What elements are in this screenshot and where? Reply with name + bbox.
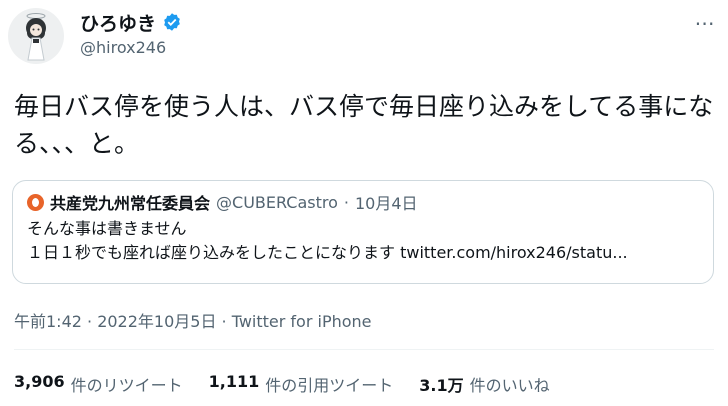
quoted-avatar-icon [27, 193, 44, 211]
tweet-text: 毎日バス停を使う人は、バス停で毎日座り込みをしてる事になる、、、と。 [14, 92, 714, 158]
display-name[interactable]: ひろゆき [80, 9, 156, 36]
author-name-row: ひろゆき [80, 9, 182, 36]
quoted-text-line-2: １日１秒でも座れば座り込みをしたことになります twitter.com/hiro… [27, 243, 628, 262]
tweet-timestamp[interactable]: 午前1:42 · 2022年10月5日 · Twitter for iPhone [14, 308, 372, 332]
retweet-count-label: 件のリツイート [70, 376, 183, 395]
quoted-text-line-1: そんな事は書きません [27, 219, 187, 238]
engagement-stats: 3,906 件のリツイート 1,111 件の引用ツイート 3.1万 件のいいね [14, 372, 550, 396]
divider [14, 349, 714, 350]
avatar-illustration [26, 13, 46, 61]
quoted-tweet-header: 共産党九州常任委員会 @CUBERCastro · 10月4日 [27, 191, 699, 213]
quoted-separator: · [343, 192, 349, 212]
quote-tweet-count-value: 1,111 [208, 372, 260, 391]
quote-tweet-count[interactable]: 1,111 件の引用ツイート [209, 372, 394, 396]
quoted-date: 10月4日 [355, 194, 418, 213]
more-options-button[interactable]: ⋯ [690, 8, 720, 38]
retweet-count[interactable]: 3,906 件のリツイート [14, 372, 183, 396]
quoted-tweet[interactable]: 共産党九州常任委員会 @CUBERCastro · 10月4日 そんな事は書きま… [12, 180, 714, 284]
more-dots-icon: ⋯ [694, 11, 716, 35]
author-handle[interactable]: @hirox246 [80, 38, 182, 57]
quoted-display-name: 共産党九州常任委員会 [50, 194, 211, 213]
like-count[interactable]: 3.1万 件のいいね [419, 372, 549, 396]
avatar[interactable] [8, 8, 64, 64]
quoted-handle: @CUBERCastro [216, 192, 338, 212]
like-count-value: 3.1万 [419, 376, 464, 395]
tweet-author: ひろゆき @hirox246 [80, 10, 182, 57]
verified-badge-icon [162, 12, 182, 32]
like-count-label: 件のいいね [469, 376, 550, 395]
quote-tweet-count-label: 件の引用ツイート [265, 376, 394, 395]
retweet-count-value: 3,906 [14, 372, 65, 391]
